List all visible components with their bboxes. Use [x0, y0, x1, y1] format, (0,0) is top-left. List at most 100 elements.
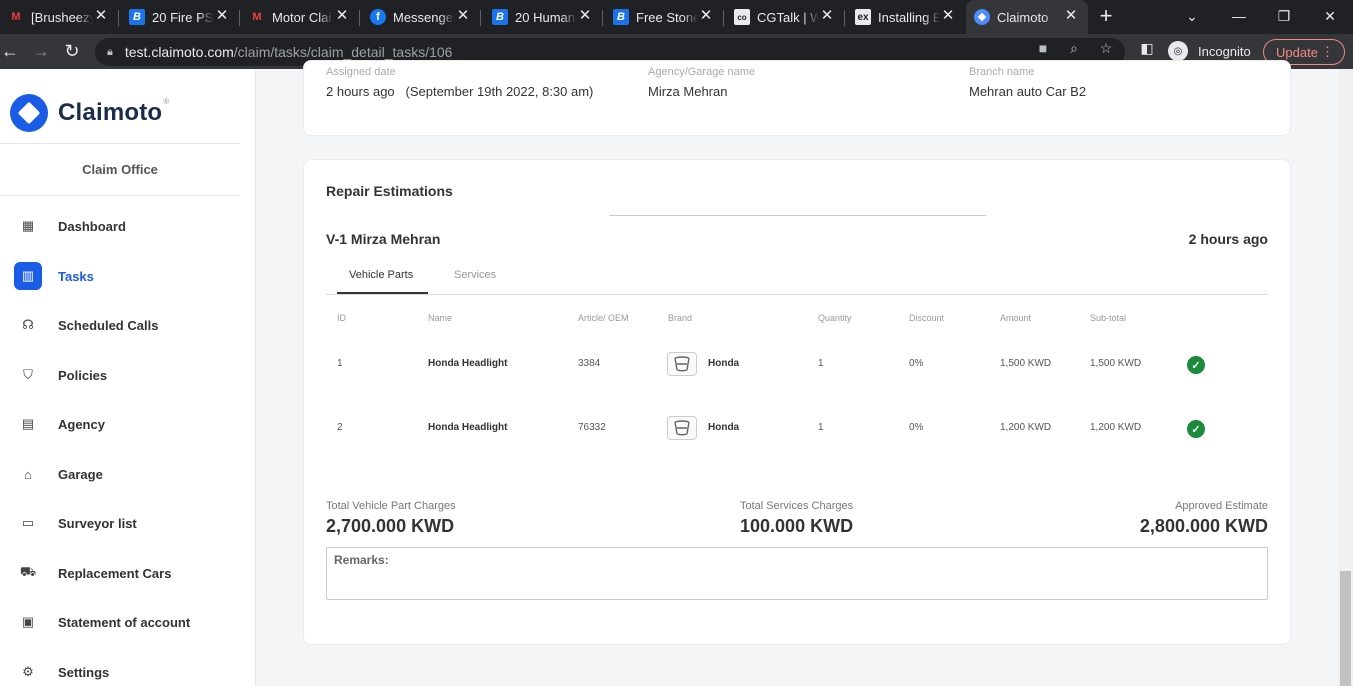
sidebar-item-policies[interactable]: ⛉ Policies	[0, 355, 240, 395]
close-icon[interactable]: ✕	[94, 8, 108, 23]
browser-tab[interactable]: B 20 Human ✕	[484, 0, 602, 34]
page-scrollbar[interactable]	[1338, 69, 1353, 686]
car-icon: ⛟	[19, 564, 37, 579]
sidebar-item-scheduled-calls[interactable]: ☊ Scheduled Calls	[0, 305, 240, 345]
menu-dots-icon[interactable]: ⋮	[1321, 44, 1334, 60]
reload-icon[interactable]: ↻	[62, 41, 82, 61]
sidebar-item-label: Surveyor list	[58, 515, 137, 531]
remarks-field[interactable]: Remarks:	[326, 547, 1268, 600]
sidebar-item-statement-of-account[interactable]: ▣ Statement of account	[0, 602, 240, 642]
browser-tab[interactable]: f Messenger ✕	[362, 0, 480, 34]
sidebar-item-label: Statement of account	[58, 614, 191, 630]
brusheezy-icon: B	[613, 9, 629, 25]
cell-oem: 76332	[578, 422, 606, 433]
cell-name: Honda Headlight	[428, 422, 508, 433]
close-icon[interactable]: ✕	[941, 8, 955, 23]
column-header: Brand	[668, 313, 693, 323]
shield-icon: ⛉	[23, 367, 33, 382]
building-icon: ▤	[21, 416, 35, 431]
approved-check-icon[interactable]: ✓	[1187, 420, 1205, 438]
sidebar-item-surveyor-list[interactable]: ▭ Surveyor list	[0, 503, 240, 543]
sidebar-item-label: Replacement Cars	[58, 565, 172, 581]
registered-mark: ®	[163, 97, 170, 106]
total-services: Total Services Charges 100.000 KWD	[740, 500, 853, 537]
browser-tab[interactable]: co CGTalk | W ✕	[726, 0, 844, 34]
camera-icon[interactable]: ■	[1034, 40, 1052, 56]
sidebar-item-agency[interactable]: ▤ Agency	[0, 404, 240, 444]
tab-services[interactable]: Services	[454, 269, 496, 281]
sidebar-item-dashboard[interactable]: ▦ Dashboard	[0, 206, 240, 246]
tab-title: 20 Human	[515, 9, 575, 25]
back-icon[interactable]: ←	[0, 41, 20, 61]
cell-quantity: 1	[818, 358, 824, 369]
claimoto-icon	[974, 9, 990, 25]
browser-tab[interactable]: B 20 Fire PS ✕	[121, 0, 239, 34]
cell-name: Honda Headlight	[428, 358, 508, 369]
claimoto-logo[interactable]: Claimoto ®	[10, 94, 169, 132]
document-icon: ▣	[21, 614, 35, 629]
total-label: Total Vehicle Part Charges	[326, 500, 456, 512]
total-value: 100.000 KWD	[740, 516, 854, 536]
cell-subtotal: 1,200 KWD	[1090, 422, 1142, 433]
incognito-indicator[interactable]: ◎ Incognito	[1168, 41, 1251, 61]
close-icon[interactable]: ✕	[456, 8, 470, 23]
sidebar-item-settings[interactable]: ⚙ Settings	[0, 652, 240, 686]
ex-icon: ex	[855, 9, 871, 25]
lock-icon: 🔒︎	[107, 45, 113, 58]
browser-tab-active[interactable]: Claimoto ✕	[966, 0, 1088, 34]
browser-tab[interactable]: M Motor Clai ✕	[241, 0, 359, 34]
close-icon[interactable]: ✕	[820, 8, 834, 23]
scrollbar-thumb[interactable]	[1340, 571, 1351, 686]
star-icon[interactable]: ☆	[1097, 40, 1115, 57]
column-header: Name	[428, 313, 453, 323]
close-window-icon[interactable]: ✕	[1321, 8, 1339, 25]
field-value: Mehran auto Car B2	[969, 84, 1087, 99]
cell-amount: 1,500 KWD	[1000, 358, 1052, 369]
close-icon[interactable]: ✕	[699, 8, 713, 23]
cell-id: 1	[337, 358, 343, 369]
browser-tab-strip: M [Brusheezy ✕ B 20 Fire PS ✕ M Motor Cl…	[0, 0, 1353, 34]
approved-check-icon[interactable]: ✓	[1187, 356, 1205, 374]
close-icon[interactable]: ✕	[215, 8, 229, 23]
tab-title: Claimoto	[997, 9, 1049, 25]
sidebar-item-tasks[interactable]: ▥ Tasks	[0, 256, 240, 296]
new-tab-button[interactable]: +	[1097, 5, 1115, 27]
side-panel-icon[interactable]: ◧	[1138, 40, 1156, 57]
remarks-label: Remarks:	[334, 553, 389, 567]
tab-title: Motor Clai	[272, 9, 332, 25]
field-value: Mirza Mehran	[648, 84, 728, 99]
sidebar-item-label: Garage	[58, 466, 103, 482]
zoom-icon[interactable]: ⌕	[1065, 40, 1083, 57]
garage-icon: ⌂	[24, 466, 32, 482]
honda-logo-icon	[667, 416, 697, 440]
close-icon[interactable]: ✕	[578, 8, 592, 23]
cell-brand: Honda	[708, 358, 740, 369]
restore-icon[interactable]: ❐	[1275, 8, 1293, 25]
sidebar-item-replacement-cars[interactable]: ⛟ Replacement Cars	[0, 553, 240, 593]
forward-icon[interactable]: →	[31, 41, 51, 61]
gmail-icon: M	[252, 11, 262, 23]
minimize-icon[interactable]: —	[1230, 8, 1248, 24]
total-parts: Total Vehicle Part Charges 2,700.000 KWD	[326, 500, 456, 537]
tab-vehicle-parts[interactable]: Vehicle Parts	[349, 269, 413, 281]
close-icon[interactable]: ✕	[1064, 8, 1078, 23]
cell-discount: 0%	[909, 422, 924, 433]
column-header: Article/ OEM	[578, 313, 629, 323]
cgtalk-icon: co	[734, 9, 750, 25]
tab-title: Installing E	[878, 9, 940, 25]
sidebar-item-garage[interactable]: ⌂ Garage	[0, 454, 240, 494]
browser-tab[interactable]: B Free Stone ✕	[605, 0, 723, 34]
cell-brand: Honda	[708, 422, 740, 433]
incognito-icon: ◎	[1168, 41, 1188, 61]
browser-tab[interactable]: M [Brusheezy ✕	[0, 0, 118, 34]
logo-text: Claimoto	[58, 99, 163, 126]
browser-tab[interactable]: ex Installing E ✕	[847, 0, 965, 34]
field-label: Agency/Garage name	[648, 66, 756, 78]
divider	[609, 215, 986, 216]
close-icon[interactable]: ✕	[335, 8, 349, 23]
total-label: Total Services Charges	[740, 500, 854, 512]
tab-search-icon[interactable]: ⌄	[1183, 8, 1201, 25]
column-header: Discount	[909, 313, 945, 323]
total-label: Approved Estimate	[1175, 500, 1268, 512]
section-title: Repair Estimations	[326, 183, 453, 199]
